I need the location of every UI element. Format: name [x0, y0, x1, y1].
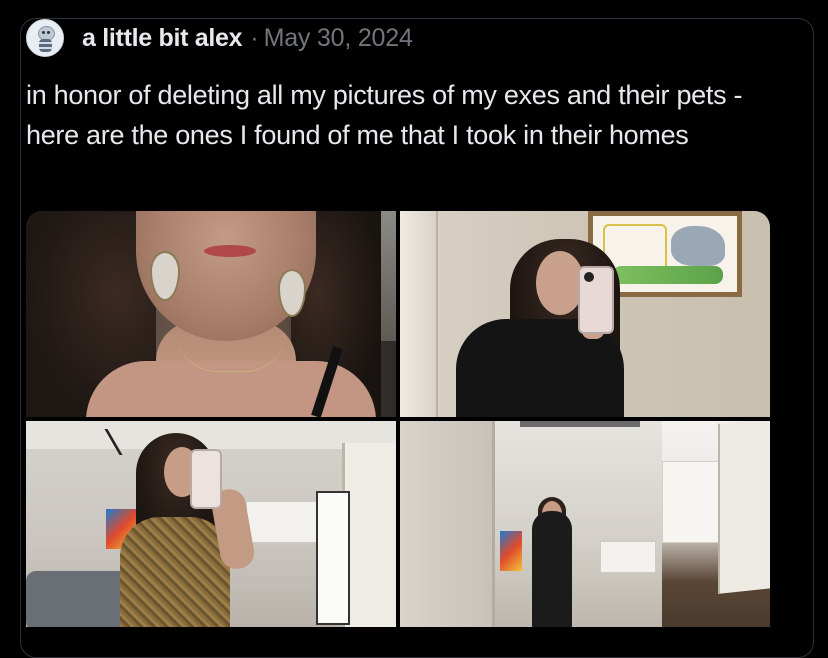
header-separator: ·	[250, 23, 259, 52]
wall	[400, 421, 492, 627]
drawing-shape	[671, 226, 725, 266]
kitchen-cabinets	[600, 541, 656, 573]
phone	[578, 266, 614, 334]
avatar-eye	[47, 31, 50, 34]
lips	[204, 245, 256, 257]
photo-3-living-room-mirror-selfie[interactable]	[26, 421, 396, 627]
whiteboard	[316, 491, 350, 625]
door-frame	[400, 211, 438, 417]
phone-camera	[584, 272, 594, 282]
avatar-body	[39, 39, 52, 52]
post-header: a little bit alex · May 30, 2024	[26, 18, 413, 58]
photo-2-mirror-selfie-with-framed-drawing[interactable]	[400, 211, 770, 417]
white-cabinets	[662, 461, 724, 543]
open-door	[718, 421, 770, 594]
photo-grid	[26, 211, 770, 631]
ceiling	[26, 421, 396, 449]
knit-top	[120, 517, 230, 627]
post-date[interactable]: May 30, 2024	[264, 24, 413, 53]
post-text: in honor of deleting all my pictures of …	[26, 80, 743, 150]
drawing-shape	[613, 266, 723, 284]
mirror	[492, 421, 665, 627]
door	[342, 443, 396, 627]
phone	[190, 449, 222, 509]
wall-painting	[500, 531, 522, 571]
black-dress	[532, 511, 572, 627]
cartoon-avatar-icon[interactable]	[26, 19, 64, 57]
face	[536, 251, 584, 315]
photo-4-full-length-mirror-selfie[interactable]	[400, 421, 770, 627]
author-name[interactable]: a little bit alex	[82, 24, 243, 53]
mirror-top	[520, 421, 640, 427]
photo-1-closeup-selfie[interactable]	[26, 211, 396, 417]
avatar-eye	[42, 31, 45, 34]
